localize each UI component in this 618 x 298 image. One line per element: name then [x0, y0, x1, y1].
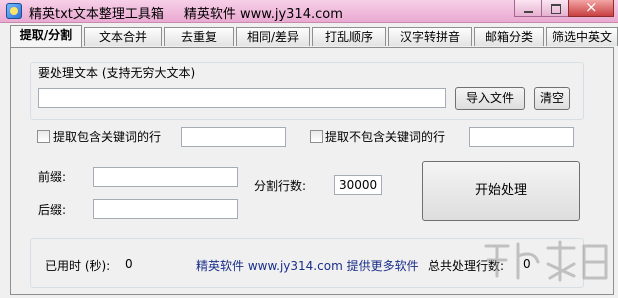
title-bar[interactable]: 精英txt文本整理工具箱 精英软件 www.jy314.com: [0, 0, 618, 23]
clear-button[interactable]: 清空: [534, 87, 570, 110]
suffix-label: 后缀:: [38, 203, 67, 217]
import-file-button[interactable]: 导入文件: [455, 87, 525, 110]
promo-text: 精英软件 www.jy314.com 提供更多软件: [196, 259, 419, 273]
exclude-keyword-checkbox[interactable]: [310, 130, 323, 143]
split-lines-input[interactable]: [334, 175, 382, 195]
maximize-button[interactable]: [541, 0, 569, 17]
app-icon: [6, 3, 22, 19]
tab-pinyin[interactable]: 汉字转拼音: [388, 27, 472, 46]
tab-filter-lang[interactable]: 筛选中英文: [546, 27, 618, 46]
prefix-input[interactable]: [93, 167, 238, 187]
tab-merge[interactable]: 文本合并: [84, 27, 162, 46]
elapsed-value: 0: [125, 257, 133, 271]
tab-shuffle[interactable]: 打乱顺序: [312, 27, 386, 46]
window-brand: 精英软件 www.jy314.com: [183, 7, 343, 22]
minimize-button[interactable]: [514, 0, 542, 17]
start-process-button[interactable]: 开始处理: [422, 161, 580, 221]
close-button[interactable]: [568, 0, 614, 17]
elapsed-label: 已用时 (秒):: [45, 259, 111, 273]
include-keyword-checkbox[interactable]: [37, 130, 50, 143]
include-keyword-label: 提取包含关键词的行: [53, 130, 162, 144]
tab-extract-split[interactable]: 提取/分割: [10, 25, 82, 47]
window-controls: [514, 0, 614, 17]
source-group-label: 要处理文本 (支持无穷大文本): [38, 66, 196, 80]
include-keyword-input[interactable]: [181, 127, 286, 147]
watermark-logo-icon: [484, 240, 608, 282]
tab-email-sort[interactable]: 邮箱分类: [474, 27, 544, 46]
suffix-input[interactable]: [93, 199, 238, 219]
window-title: 精英txt文本整理工具箱: [29, 7, 164, 22]
exclude-keyword-input[interactable]: [469, 127, 574, 147]
source-path-input[interactable]: [38, 88, 446, 108]
tab-compare[interactable]: 相同/差异: [236, 27, 310, 46]
tab-dedupe[interactable]: 去重复: [164, 27, 234, 46]
prefix-label: 前缀:: [38, 170, 67, 184]
split-lines-label: 分割行数:: [254, 179, 307, 193]
exclude-keyword-label: 提取不包含关键词的行: [325, 130, 446, 144]
